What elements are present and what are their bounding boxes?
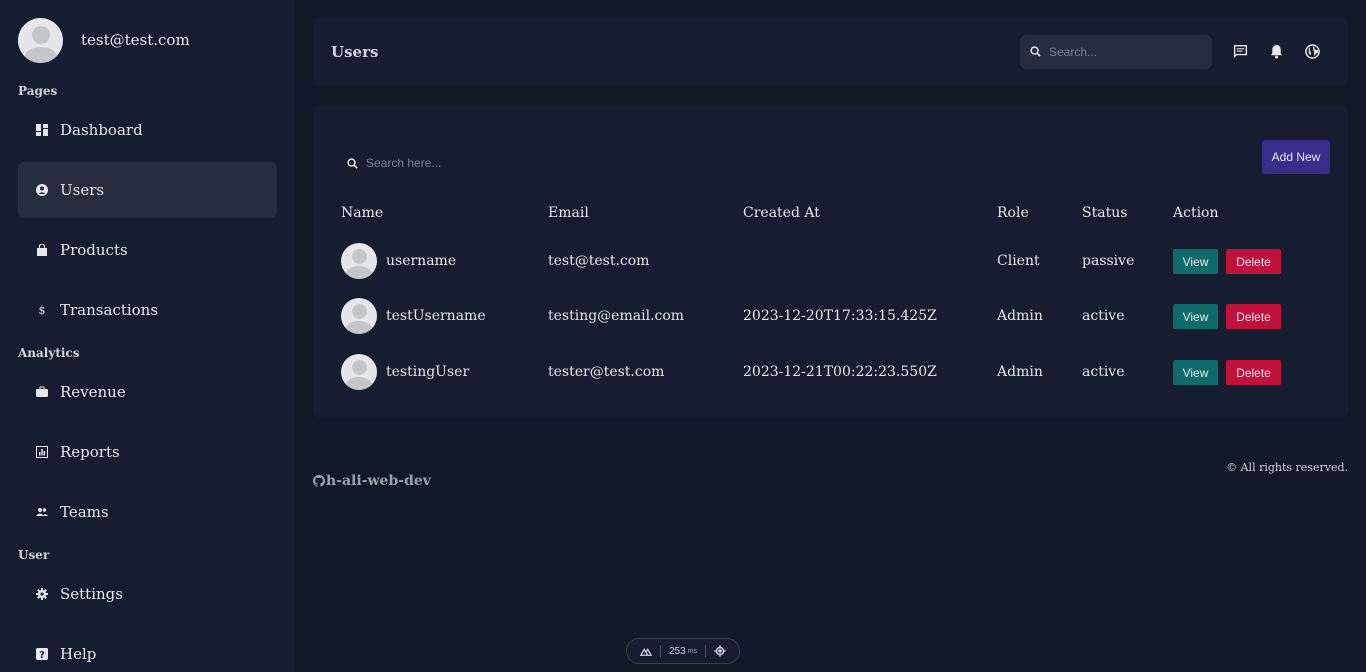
view-button[interactable]: View xyxy=(1173,360,1218,385)
dev-timing-badge[interactable]: 253 ms xyxy=(626,638,740,664)
users-card: Add New Name Email Created At Role Statu… xyxy=(313,105,1348,417)
avatar xyxy=(341,354,377,390)
help-icon: ? xyxy=(36,648,48,660)
user-status: active xyxy=(1082,308,1125,324)
user-name-cell: username xyxy=(341,243,456,279)
profile[interactable]: test@test.com xyxy=(18,0,277,80)
sidebar-item-help[interactable]: ? Help xyxy=(18,626,277,672)
section-title-pages: Pages xyxy=(18,84,58,98)
gear-icon xyxy=(36,588,48,600)
view-button[interactable]: View xyxy=(1173,249,1218,274)
user-created-at: 2023-12-20T17:33:15.425Z xyxy=(743,308,937,324)
bar-chart-icon xyxy=(36,446,48,458)
people-icon xyxy=(36,506,48,518)
sidebar-item-reports[interactable]: Reports xyxy=(18,424,277,480)
profile-email: test@test.com xyxy=(81,31,190,49)
user-created-at: 2023-12-21T00:22:23.550Z xyxy=(743,364,937,380)
dollar-icon: $ xyxy=(38,303,46,317)
sidebar-item-label: Transactions xyxy=(60,301,159,319)
user-circle-icon xyxy=(36,184,48,196)
target-icon[interactable] xyxy=(714,645,726,657)
column-header-action: Action xyxy=(1173,205,1219,221)
footer-brand-text: h-ali-web-dev xyxy=(326,473,431,489)
user-email: test@test.com xyxy=(548,253,650,269)
search-icon xyxy=(1030,46,1041,57)
bell-icon[interactable] xyxy=(1258,35,1294,69)
sidebar-item-dashboard[interactable]: Dashboard xyxy=(18,102,277,158)
sidebar-item-label: Revenue xyxy=(60,383,126,401)
github-icon xyxy=(313,475,325,487)
sidebar-item-label: Help xyxy=(60,645,97,663)
top-header: Users xyxy=(313,17,1348,86)
delete-button[interactable]: Delete xyxy=(1226,249,1281,274)
delete-button[interactable]: Delete xyxy=(1226,360,1281,385)
chat-icon[interactable] xyxy=(1222,35,1258,69)
sidebar-item-label: Users xyxy=(60,181,105,199)
badge-divider xyxy=(705,645,707,657)
header-search[interactable] xyxy=(1020,34,1212,69)
nuxt-logo-icon xyxy=(639,647,652,656)
section-title-analytics: Analytics xyxy=(18,346,80,360)
page-title: Users xyxy=(331,42,379,61)
sidebar: test@test.com Pages Dashboard Users Prod… xyxy=(0,0,295,672)
globe-icon[interactable] xyxy=(1294,35,1330,69)
footer-brand-link[interactable]: h-ali-web-dev xyxy=(313,473,431,489)
sidebar-item-label: Products xyxy=(60,241,128,259)
sidebar-item-products[interactable]: Products xyxy=(18,222,277,278)
sidebar-item-label: Teams xyxy=(60,503,109,521)
sidebar-item-settings[interactable]: Settings xyxy=(18,566,277,622)
dashboard-icon xyxy=(36,124,48,136)
sidebar-item-users[interactable]: Users xyxy=(18,162,277,218)
user-name-cell: testUsername xyxy=(341,298,486,334)
search-icon xyxy=(347,157,358,169)
header-actions xyxy=(1020,34,1330,69)
user-role: Admin xyxy=(997,364,1043,380)
user-status: passive xyxy=(1082,253,1135,269)
sidebar-item-label: Dashboard xyxy=(60,121,143,139)
column-header-name: Name xyxy=(341,205,384,221)
shopping-bag-icon xyxy=(36,244,48,256)
section-title-user: User xyxy=(18,548,50,562)
user-role: Client xyxy=(997,253,1040,269)
svg-text:?: ? xyxy=(39,650,45,660)
column-header-role: Role xyxy=(997,205,1029,221)
table-row: testUsername testing@email.com 2023-12-2… xyxy=(313,298,1348,334)
column-header-status: Status xyxy=(1082,205,1128,221)
user-status: active xyxy=(1082,364,1125,380)
table-search[interactable] xyxy=(347,156,506,170)
sidebar-item-label: Reports xyxy=(60,443,120,461)
row-actions: View Delete xyxy=(1173,249,1281,274)
table-header: Name Email Created At Role Status Action xyxy=(313,205,1348,221)
user-role: Admin xyxy=(997,308,1043,324)
briefcase-icon xyxy=(36,386,48,398)
footer-rights: © All rights reserved. xyxy=(1226,461,1348,474)
avatar xyxy=(341,298,377,334)
table-row: username test@test.com Client passive Vi… xyxy=(313,243,1348,279)
column-header-created-at: Created At xyxy=(743,205,820,221)
add-new-button[interactable]: Add New xyxy=(1262,140,1330,174)
render-time: 253 xyxy=(668,645,686,657)
table-row: testingUser tester@test.com 2023-12-21T0… xyxy=(313,354,1348,390)
user-name: username xyxy=(386,253,457,269)
user-name: testUsername xyxy=(386,308,486,324)
avatar xyxy=(341,243,377,279)
column-header-email: Email xyxy=(548,205,589,221)
render-time-unit: ms xyxy=(687,647,698,655)
avatar xyxy=(18,17,63,63)
sidebar-item-transactions[interactable]: $ Transactions xyxy=(18,282,277,338)
user-email: tester@test.com xyxy=(548,364,665,380)
sidebar-item-teams[interactable]: Teams xyxy=(18,484,277,540)
user-name: testingUser xyxy=(386,364,470,380)
header-search-input[interactable] xyxy=(1049,44,1189,59)
table-search-input[interactable] xyxy=(366,156,506,170)
sidebar-item-label: Settings xyxy=(60,585,123,603)
user-name-cell: testingUser xyxy=(341,354,469,390)
row-actions: View Delete xyxy=(1173,304,1281,329)
user-email: testing@email.com xyxy=(548,308,685,324)
delete-button[interactable]: Delete xyxy=(1226,304,1281,329)
badge-divider xyxy=(659,645,661,657)
view-button[interactable]: View xyxy=(1173,304,1218,329)
row-actions: View Delete xyxy=(1173,360,1281,385)
sidebar-item-revenue[interactable]: Revenue xyxy=(18,364,277,420)
